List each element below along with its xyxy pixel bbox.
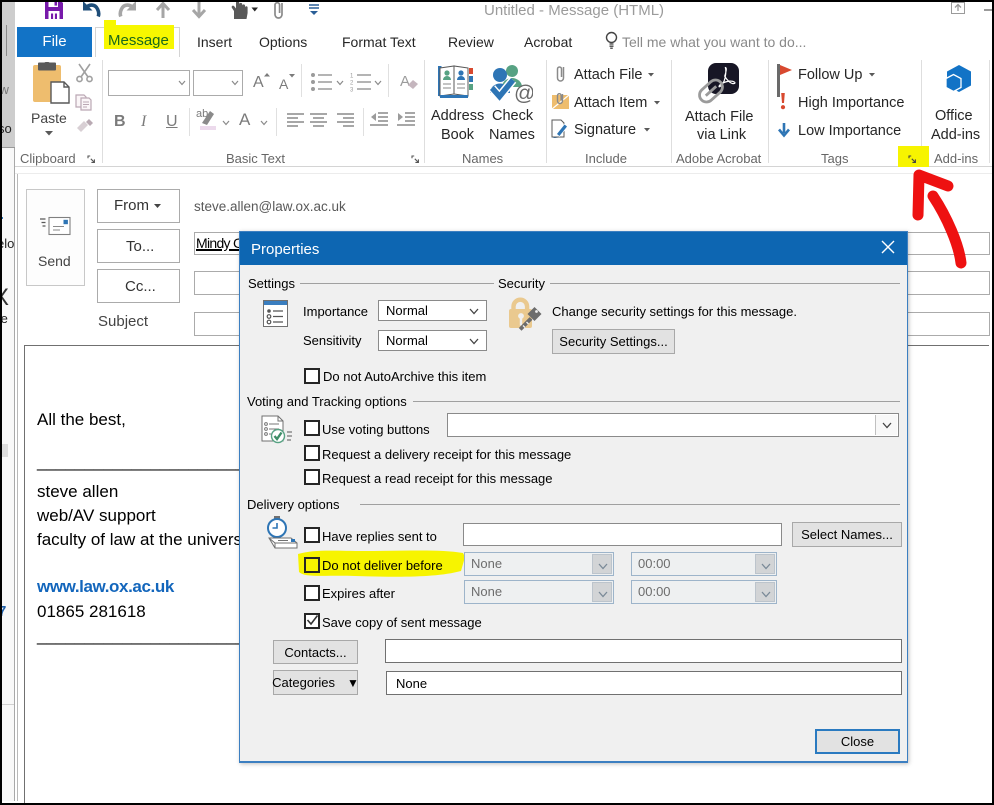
svg-text:2: 2 [350, 81, 354, 87]
svg-text:@: @ [514, 82, 533, 103]
svg-text:3: 3 [350, 88, 354, 93]
svg-text:1: 1 [350, 74, 354, 80]
